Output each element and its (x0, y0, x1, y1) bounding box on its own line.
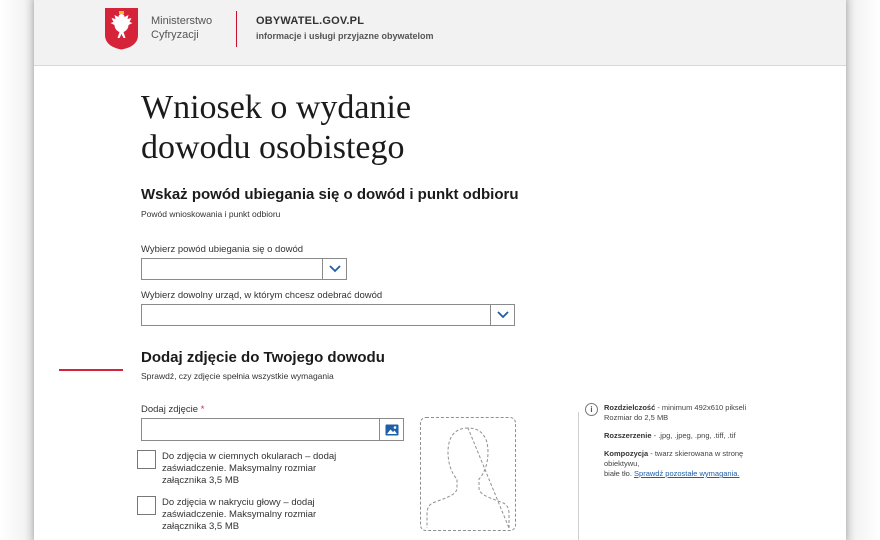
portal-name-link[interactable]: OBYWATEL.GOV.PL (256, 15, 364, 27)
application-page: Ministerstwo Cyfryzacji OBYWATEL.GOV.PL … (34, 0, 846, 540)
required-marker: * (200, 404, 205, 415)
sunglasses-attachment-checkbox[interactable] (137, 450, 156, 469)
sunglasses-label-line-3: załącznika 3,5 MB (162, 475, 240, 486)
extension-label: Rozszerzenie (604, 431, 652, 440)
chevron-down-icon[interactable] (490, 305, 514, 325)
photo-file-input[interactable] (141, 418, 404, 441)
section-accent-line (59, 369, 123, 371)
headwear-checkbox-label: Do zdjęcia w nakryciu głowy – dodaj zaśw… (162, 497, 362, 533)
page-title-line-2: dowodu osobistego (141, 129, 405, 166)
size-value: Rozmiar do 2,5 MB (604, 413, 669, 422)
extension-requirement: Rozszerzenie - .jpg, .jpeg, .png, .tiff,… (604, 431, 779, 441)
office-select-label: Wybierz dowolny urząd, w którym chcesz o… (141, 290, 383, 301)
photo-input-label: Dodaj zdjęcie * (141, 404, 204, 415)
ministry-name: Ministerstwo Cyfryzacji (151, 14, 212, 42)
page-title: Wniosek o wydanie dowodu osobistego (141, 88, 561, 168)
sunglasses-checkbox-label: Do zdjęcia w ciemnych okularach – dodaj … (162, 451, 362, 487)
composition-label: Kompozycja (604, 449, 649, 458)
headwear-label-line-2: zaświadczenie. Maksymalny rozmiar (162, 509, 317, 520)
ministry-line-2: Cyfryzacji (151, 29, 199, 41)
polish-emblem-logo[interactable] (104, 7, 139, 50)
photo-preview (420, 417, 516, 531)
extension-value: - .jpg, .jpeg, .png, .tiff, .tif (651, 431, 736, 440)
right-background-shade (846, 0, 880, 540)
composition-requirement: Kompozycja - twarz skierowana w stronę o… (604, 449, 779, 479)
site-header: Ministerstwo Cyfryzacji OBYWATEL.GOV.PL … (34, 0, 846, 66)
sunglasses-label-line-2: zaświadczenie. Maksymalny rozmiar (162, 463, 317, 474)
ministry-line-1: Ministerstwo (151, 15, 213, 27)
photo-section-subheading: Sprawdź, czy zdjęcie spełnia wszystkie w… (141, 371, 334, 381)
reason-section-subheading: Powód wnioskowania i punkt odbioru (141, 209, 281, 219)
portal-tagline: informacje i usługi przyjazne obywatelom (256, 31, 434, 41)
resolution-label: Rozdzielczość (604, 403, 656, 412)
image-icon[interactable] (379, 419, 403, 440)
composition-value-2: białe tło. (604, 469, 635, 478)
reason-select[interactable] (141, 258, 347, 280)
sunglasses-label-line-1: Do zdjęcia w ciemnych okularach – dodaj (162, 451, 337, 462)
page-title-line-1: Wniosek o wydanie (141, 89, 412, 126)
chevron-down-icon[interactable] (322, 259, 346, 279)
requirements-divider (578, 412, 579, 540)
office-select[interactable] (141, 304, 515, 326)
resolution-requirement: Rozdzielczość - minimum 492x610 pikseli … (604, 403, 779, 423)
info-icon: i (585, 403, 598, 416)
photo-section-heading: Dodaj zdjęcie do Twojego dowodu (141, 349, 385, 366)
silhouette-icon (426, 427, 510, 529)
headwear-label-line-3: załącznika 3,5 MB (162, 521, 240, 532)
more-requirements-link[interactable]: Sprawdź pozostałe wymagania. (634, 469, 739, 478)
photo-input-label-text: Dodaj zdjęcie (141, 404, 199, 415)
headwear-attachment-checkbox[interactable] (137, 496, 156, 515)
header-divider (236, 11, 237, 47)
reason-select-label: Wybierz powód ubiegania się o dowód (141, 244, 304, 255)
reason-section-heading: Wskaż powód ubiegania się o dowód i punk… (141, 186, 519, 203)
headwear-label-line-1: Do zdjęcia w nakryciu głowy – dodaj (162, 497, 315, 508)
resolution-value: - minimum 492x610 pikseli (655, 403, 747, 412)
left-background-shade (0, 0, 34, 540)
